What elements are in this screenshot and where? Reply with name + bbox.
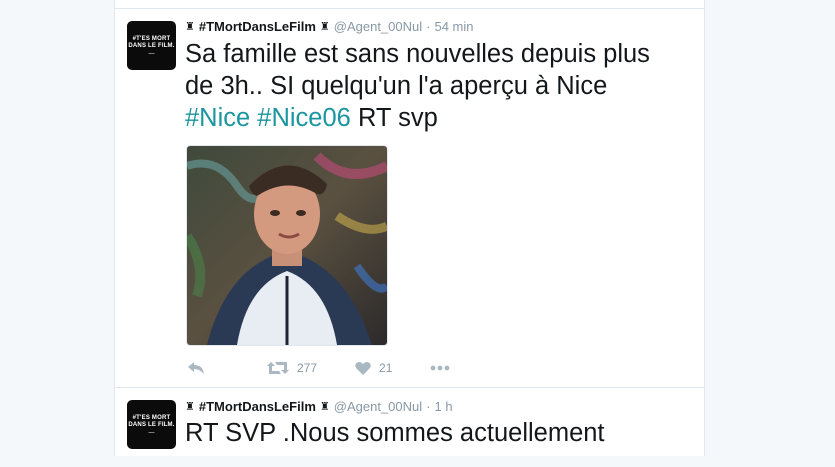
display-name[interactable]: #TMortDansLeFilm <box>199 399 316 414</box>
handle[interactable]: @Agent_00Nul <box>334 399 422 414</box>
crown-icon: ♜ <box>319 400 330 413</box>
hashtag-link[interactable]: #Nice06 <box>257 104 351 132</box>
more-icon <box>430 365 450 371</box>
tweet-actions: 277 21 <box>187 358 450 378</box>
timestamp[interactable]: 1 h <box>434 399 452 414</box>
retweet-icon <box>267 361 289 375</box>
like-button[interactable]: 21 <box>355 361 392 375</box>
display-name[interactable]: #TMortDansLeFilm <box>199 19 316 34</box>
retweet-button[interactable]: 277 <box>267 361 317 375</box>
timestamp[interactable]: 54 min <box>434 19 473 34</box>
tweet-text: Sa famille est sans nouvelles depuis plu… <box>185 40 650 132</box>
tweet-header: ♜ #TMortDansLeFilm ♜ @Agent_00Nul · 54 m… <box>185 18 474 34</box>
tweet-header: ♜ #TMortDansLeFilm ♜ @Agent_00Nul · 1 h <box>185 398 453 414</box>
retweet-count: 277 <box>297 361 318 375</box>
hashtag-link[interactable]: #Nice <box>185 104 250 132</box>
reply-button[interactable] <box>187 361 205 375</box>
avatar[interactable]: #T'ES MORT DANS LE FILM. ▬▬ <box>127 400 176 449</box>
reply-icon <box>187 361 205 375</box>
like-count: 21 <box>379 361 393 375</box>
more-button[interactable] <box>430 365 450 371</box>
like-icon <box>355 361 371 375</box>
crown-icon: ♜ <box>185 400 195 413</box>
avatar[interactable]: #T'ES MORT DANS LE FILM. ▬▬ <box>127 21 176 70</box>
tweet-text: RT SVP .Nous sommes actuellement <box>185 419 605 447</box>
handle[interactable]: @Agent_00Nul <box>334 19 422 34</box>
tweet-photo[interactable] <box>186 145 388 346</box>
timeline: #T'ES MORT DANS LE FILM. ▬▬ ♜ #TMortDans… <box>114 0 705 456</box>
crown-icon: ♜ <box>319 20 330 33</box>
tweet[interactable]: #T'ES MORT DANS LE FILM. ▬▬ ♜ #TMortDans… <box>115 387 704 467</box>
tweet[interactable]: #T'ES MORT DANS LE FILM. ▬▬ ♜ #TMortDans… <box>115 8 704 388</box>
crown-icon: ♜ <box>185 20 195 33</box>
